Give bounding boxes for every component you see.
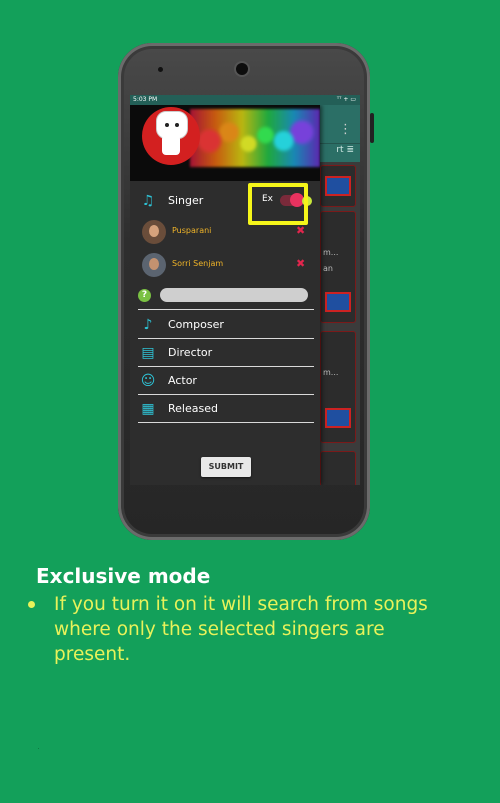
filter-drawer: ♫ Singer Ex Pusparani ✖ Sorri Senjam ✖ ?… (130, 105, 320, 485)
song-thumbnail (325, 292, 351, 312)
singer-search-input[interactable] (160, 288, 308, 302)
side-button (370, 113, 374, 143)
masks-icon: ☺ (140, 373, 156, 389)
song-thumbnail (325, 176, 351, 196)
remove-icon[interactable]: ✖ (296, 224, 305, 237)
app-logo (142, 107, 200, 165)
selected-singer-item: Pusparani ✖ (130, 218, 320, 246)
calendar-icon: ▦ (141, 401, 155, 417)
song-card[interactable] (320, 451, 356, 485)
status-time: 5:03 PM (133, 96, 158, 103)
menu-item-director[interactable]: ▤ Director (130, 339, 320, 367)
menu-item-released[interactable]: ▦ Released (130, 395, 320, 423)
caption-title: Exclusive mode (36, 564, 211, 588)
phone-screen: 5:03 PM ᵀᵀ + ▭ ⋮ rt ≣ m... an m... ♫ Sin… (130, 95, 360, 485)
singer-icon: ♫ (141, 193, 155, 209)
status-bar: 5:03 PM ᵀᵀ + ▭ (130, 95, 360, 105)
singer-name: Sorri Senjam (172, 259, 224, 268)
sort-button[interactable]: rt ≣ (336, 145, 354, 155)
status-icons: ᵀᵀ + ▭ (336, 96, 356, 103)
bullet-dot (28, 601, 35, 608)
song-card-text: an (323, 264, 333, 273)
divider (138, 309, 314, 310)
submit-button[interactable]: SUBMIT (201, 457, 251, 477)
menu-item-composer[interactable]: ♪ Composer (130, 311, 320, 339)
help-icon[interactable]: ? (138, 289, 151, 302)
clapper-icon: ▤ (141, 345, 155, 361)
avatar (142, 220, 166, 244)
selected-singer-item: Sorri Senjam ✖ (130, 251, 320, 279)
singer-search-row: ? (130, 285, 320, 305)
decorative-dot (38, 748, 39, 749)
front-camera (236, 63, 248, 75)
music-note-icon: ♪ (143, 317, 153, 333)
sensor-dot (158, 67, 163, 72)
song-card[interactable]: m... an (320, 211, 356, 323)
menu-item-label: Director (168, 346, 213, 359)
menu-item-actor[interactable]: ☺ Actor (130, 367, 320, 395)
singer-label: Singer (168, 194, 204, 207)
singer-name: Pusparani (172, 226, 212, 235)
remove-icon[interactable]: ✖ (296, 257, 305, 270)
song-card[interactable]: m... (320, 331, 356, 443)
menu-item-label: Actor (168, 374, 197, 387)
banner-lights-image (190, 109, 320, 167)
caption-text: If you turn it on it will search from so… (54, 594, 428, 665)
phone-frame: 5:03 PM ᵀᵀ + ▭ ⋮ rt ≣ m... an m... ♫ Sin… (118, 43, 374, 540)
singer-filter-row[interactable]: ♫ Singer Ex (130, 183, 320, 225)
avatar (142, 253, 166, 277)
drawer-banner (130, 105, 320, 181)
divider (138, 422, 314, 423)
overflow-menu-icon[interactable]: ⋮ (339, 123, 352, 136)
menu-item-label: Composer (168, 318, 224, 331)
song-card[interactable] (320, 165, 356, 207)
song-thumbnail (325, 408, 351, 428)
menu-item-label: Released (168, 402, 218, 415)
song-card-text: m... (323, 368, 339, 377)
song-card-text: m... (323, 248, 339, 257)
